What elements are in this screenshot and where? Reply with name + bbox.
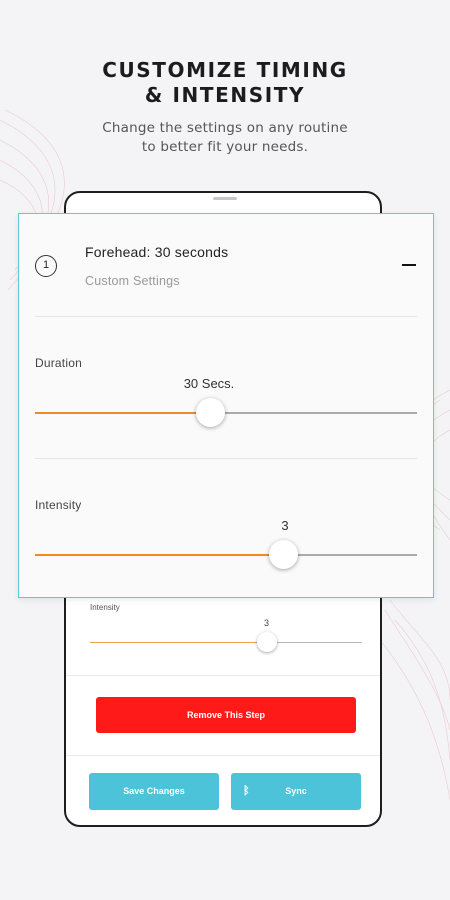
- duration-value: 30 Secs.: [183, 376, 235, 391]
- subtitle-line-2: to better fit your needs.: [141, 138, 309, 155]
- intensity-slider[interactable]: [35, 540, 417, 569]
- phone-intensity-label: Intensity: [90, 603, 120, 612]
- phone-notch: [213, 197, 237, 200]
- duration-label: Duration: [35, 356, 82, 370]
- intensity-value: 3: [281, 518, 289, 533]
- phone-intensity-thumb[interactable]: [256, 632, 277, 652]
- step-settings-card: 1 Forehead: 30 seconds Custom Settings D…: [18, 213, 434, 598]
- card-divider: [35, 458, 417, 459]
- step-subtitle: Custom Settings: [85, 274, 180, 288]
- sync-button[interactable]: ᛒ Sync: [231, 773, 361, 810]
- duration-slider[interactable]: [35, 398, 417, 427]
- phone-divider: [66, 755, 380, 756]
- phone-intensity-fill: [90, 642, 267, 643]
- intensity-thumb[interactable]: [268, 540, 298, 569]
- subtitle-line-1: Change the settings on any routine: [102, 120, 348, 136]
- page-subtitle: Change the settings on any routine to be…: [0, 119, 450, 156]
- title-line-1: CUSTOMIZE TIMING: [102, 58, 348, 82]
- step-number-badge: 1: [35, 255, 57, 277]
- bluetooth-icon: ᛒ: [243, 785, 250, 797]
- sync-label: Sync: [285, 786, 307, 796]
- phone-intensity-value: 3: [264, 618, 270, 628]
- step-title: Forehead: 30 seconds: [85, 244, 229, 260]
- card-divider: [35, 316, 417, 317]
- title-line-2: & INTENSITY: [144, 83, 306, 107]
- intensity-label: Intensity: [35, 498, 82, 512]
- remove-step-button[interactable]: Remove This Step: [96, 697, 356, 733]
- save-changes-button[interactable]: Save Changes: [89, 773, 219, 810]
- page-title: CUSTOMIZE TIMING & INTENSITY: [0, 58, 450, 108]
- phone-divider: [66, 675, 380, 676]
- phone-intensity-slider[interactable]: [90, 632, 362, 652]
- intensity-fill: [35, 554, 284, 556]
- duration-fill: [35, 412, 211, 414]
- minus-icon[interactable]: [402, 264, 416, 266]
- duration-thumb[interactable]: [196, 398, 226, 427]
